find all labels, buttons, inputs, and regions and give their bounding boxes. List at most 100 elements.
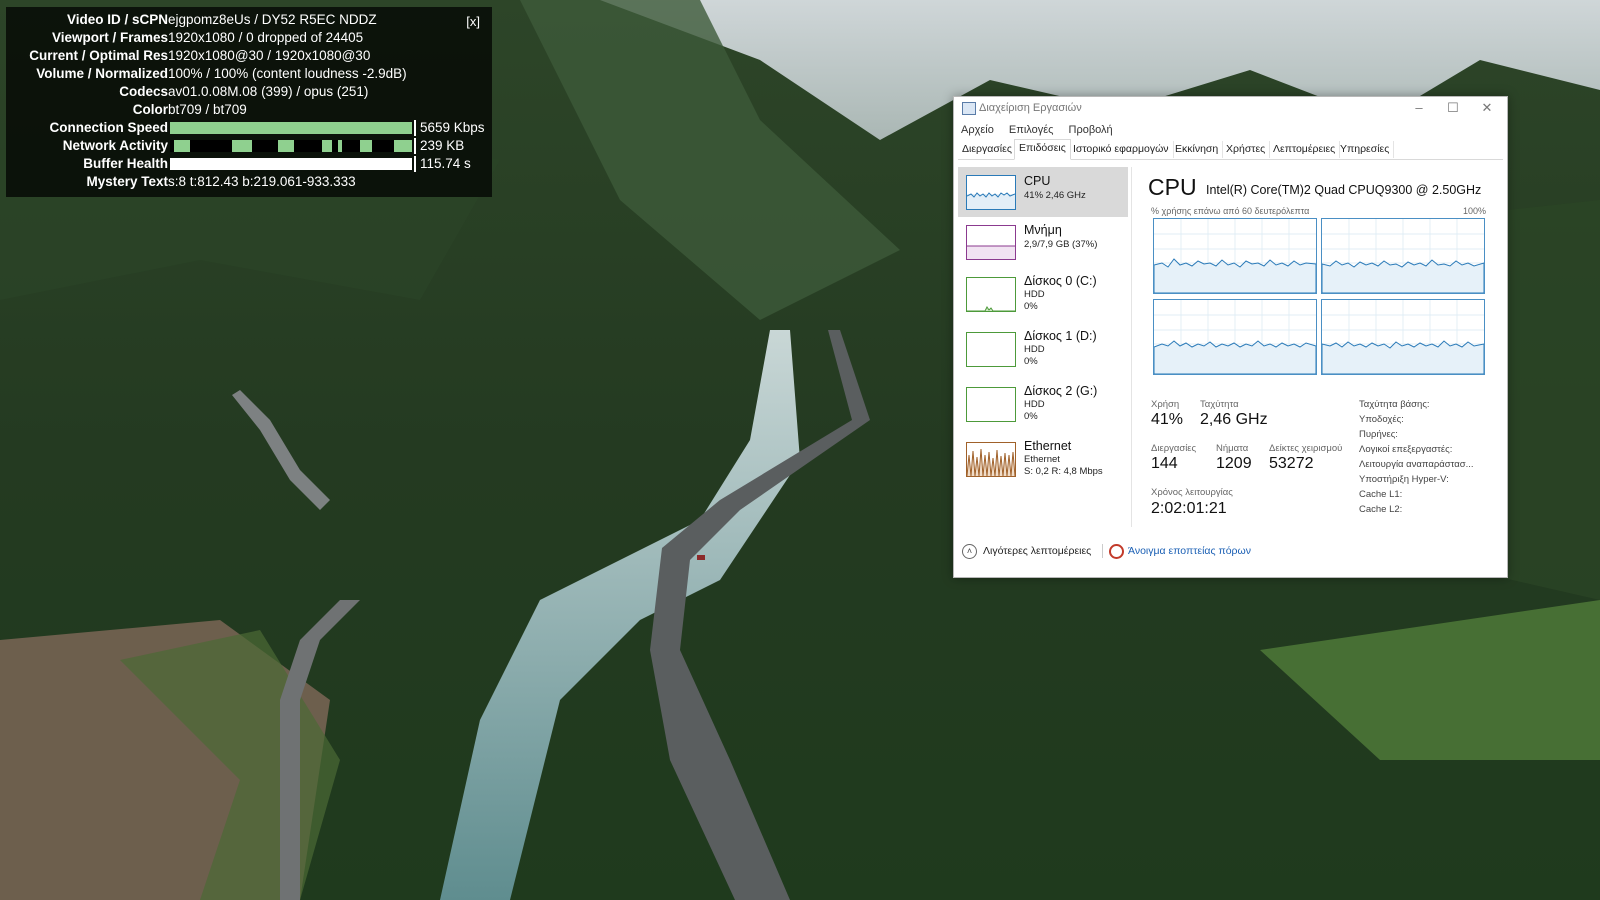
cpu-core-graph-2: [1153, 299, 1317, 375]
stats-label: Codecs: [119, 84, 168, 99]
stats-label: Network Activity: [62, 138, 168, 153]
stats-label: Current / Optimal Res: [29, 48, 168, 63]
resource-item-disk-0[interactable]: Δίσκος 0 (C:) HDD 0%: [958, 271, 1128, 325]
cpu-core-graph-3: [1321, 299, 1485, 375]
network-activity-segment: [322, 140, 332, 152]
resource-monitor-icon[interactable]: [1109, 544, 1124, 559]
stats-row-mystery-text: Mystery Text s:8 t:812.43 b:219.061-933.…: [6, 173, 492, 191]
stats-value: 5659 Kbps: [420, 120, 485, 135]
resource-item-cpu[interactable]: CPU 41% 2,46 GHz: [958, 167, 1128, 217]
tab-processes[interactable]: Διεργασίες: [958, 141, 1017, 158]
close-button[interactable]: ✕: [1472, 99, 1502, 117]
detail-heading: CPU: [1148, 174, 1197, 200]
cache-l1-label: Cache L1:: [1359, 489, 1403, 500]
graph-caption: % χρήσης επάνω από 60 δευτερόλεπτα: [1151, 206, 1310, 216]
menu-bar: Αρχείο Επιλογές Προβολή: [961, 124, 1125, 138]
stats-for-nerds-panel: [x] Video ID / sCPN ejgpomz8eUs / DY52 R…: [6, 7, 492, 197]
network-activity-segment: [394, 140, 412, 152]
processes-value: 144: [1151, 455, 1178, 472]
stats-row-viewport: Viewport / Frames 1920x1080 / 0 dropped …: [6, 29, 492, 47]
stats-label: Color: [132, 102, 168, 117]
tab-details[interactable]: Λεπτομέρειες: [1269, 141, 1341, 158]
ethernet-thumbnail-graph: [966, 442, 1016, 477]
window-title: Διαχείριση Εργασιών: [979, 102, 1082, 114]
cache-l2-label: Cache L2:: [1359, 504, 1403, 515]
stats-row-buffer-health: Buffer Health 115.74 s: [6, 155, 492, 173]
resource-item-disk-1[interactable]: Δίσκος 1 (D:) HDD 0%: [958, 326, 1128, 380]
resource-sub: HDD: [1024, 344, 1045, 355]
usage-value: 41%: [1151, 411, 1184, 428]
stats-row-volume: Volume / Normalized 100% / 100% (content…: [6, 65, 492, 83]
stats-row-resolution: Current / Optimal Res 1920x1080@30 / 192…: [6, 47, 492, 65]
cores-label: Πυρήνες:: [1359, 429, 1398, 440]
cpu-model-name: Intel(R) Core(TM)2 Quad CPUQ9300 @ 2.50G…: [1206, 183, 1482, 197]
bar-end-marker: [414, 120, 416, 136]
tab-users[interactable]: Χρήστες: [1222, 141, 1271, 158]
menu-options[interactable]: Επιλογές: [1009, 124, 1054, 136]
footer-separator: [1102, 544, 1103, 558]
usage-label: Χρήση: [1151, 399, 1180, 410]
resource-name: Δίσκος 0 (C:): [1024, 274, 1097, 288]
tab-app-history[interactable]: Ιστορικό εφαρμογών: [1069, 141, 1174, 158]
network-activity-segment: [174, 140, 190, 152]
resource-name: CPU: [1024, 174, 1051, 188]
sockets-label: Υποδοχές:: [1359, 414, 1404, 425]
resource-item-ethernet[interactable]: Ethernet Ethernet S: 0,2 R: 4,8 Mbps: [958, 436, 1128, 490]
uptime-label: Χρόνος λειτουργίας: [1151, 487, 1233, 498]
hyper-v-support-label: Υποστήριξη Hyper-V:: [1359, 474, 1449, 485]
title-bar[interactable]: Διαχείριση Εργασιών – ☐ ✕: [954, 97, 1507, 119]
menu-view[interactable]: Προβολή: [1069, 124, 1113, 136]
threads-value: 1209: [1216, 455, 1252, 472]
stats-value: ejgpomz8eUs / DY52 R5EC NDDZ: [168, 12, 377, 27]
tab-services[interactable]: Υπηρεσίες: [1336, 141, 1395, 158]
open-resource-monitor-link[interactable]: Άνοιγμα εποπτείας πόρων: [1128, 545, 1251, 557]
virtualization-label: Λειτουργία αναπαράστασ...: [1359, 459, 1474, 470]
cpu-core-graph-0: [1153, 218, 1317, 294]
logical-processors-label: Λογικοί επεξεργαστές:: [1359, 444, 1453, 455]
uptime-value: 2:02:01:21: [1151, 500, 1227, 517]
threads-label: Νήματα: [1216, 443, 1249, 454]
stats-value: 100% / 100% (content loudness -2.9dB): [168, 66, 407, 81]
resource-sub: HDD: [1024, 289, 1045, 300]
buffer-health-bar: [170, 158, 412, 170]
stats-row-codecs: Codecs av01.0.08M.08 (399) / opus (251): [6, 83, 492, 101]
processes-label: Διεργασίες: [1151, 443, 1197, 454]
speed-label: Ταχύτητα: [1200, 399, 1239, 410]
resource-item-memory[interactable]: Μνήμη 2,9/7,9 GB (37%): [958, 219, 1128, 269]
stats-row-video-id: Video ID / sCPN ejgpomz8eUs / DY52 R5EC …: [6, 11, 492, 29]
disk-thumbnail-graph: [966, 332, 1016, 367]
resource-sub: 41% 2,46 GHz: [1024, 190, 1086, 201]
tab-performance[interactable]: Επιδόσεις: [1014, 139, 1071, 160]
tab-startup[interactable]: Εκκίνηση: [1171, 141, 1224, 158]
bar-end-marker: [414, 156, 416, 172]
bar-end-marker: [414, 138, 416, 154]
disk-thumbnail-graph: [966, 387, 1016, 422]
resource-name: Μνήμη: [1024, 223, 1062, 237]
stats-label: Buffer Health: [83, 156, 168, 171]
maximize-button[interactable]: ☐: [1438, 99, 1468, 117]
resource-sub: 0%: [1024, 411, 1038, 422]
stats-value: 1920x1080 / 0 dropped of 24405: [168, 30, 364, 45]
resource-sub: HDD: [1024, 399, 1045, 410]
resource-sub: 2,9/7,9 GB (37%): [1024, 239, 1098, 250]
bar-fill: [170, 122, 412, 134]
cpu-core-graph-1: [1321, 218, 1485, 294]
menu-file[interactable]: Αρχείο: [961, 124, 994, 136]
stats-value: s:8 t:812.43 b:219.061-933.333: [168, 174, 356, 189]
fewer-details-link[interactable]: Λιγότερες λεπτομέρειες: [983, 545, 1091, 557]
stats-label: Volume / Normalized: [36, 66, 168, 81]
resource-item-disk-2[interactable]: Δίσκος 2 (G:) HDD 0%: [958, 381, 1128, 435]
speed-value: 2,46 GHz: [1200, 411, 1268, 428]
task-manager-window: Διαχείριση Εργασιών – ☐ ✕ Αρχείο Επιλογέ…: [953, 96, 1508, 578]
memory-thumbnail-graph: [966, 225, 1016, 260]
chevron-up-icon[interactable]: ˄: [962, 544, 977, 559]
stats-value: 115.74 s: [420, 156, 471, 171]
minimize-button[interactable]: –: [1404, 99, 1434, 117]
resource-name: Δίσκος 2 (G:): [1024, 384, 1098, 398]
handles-label: Δείκτες χειρισμού: [1269, 443, 1343, 454]
network-activity-segment: [338, 140, 342, 152]
tab-bar: Διεργασίες Επιδόσεις Ιστορικό εφαρμογών …: [958, 139, 1503, 160]
stats-row-connection-speed: Connection Speed 5659 Kbps: [6, 119, 492, 137]
stats-value: av01.0.08M.08 (399) / opus (251): [168, 84, 369, 99]
panel-divider: [1131, 167, 1132, 527]
